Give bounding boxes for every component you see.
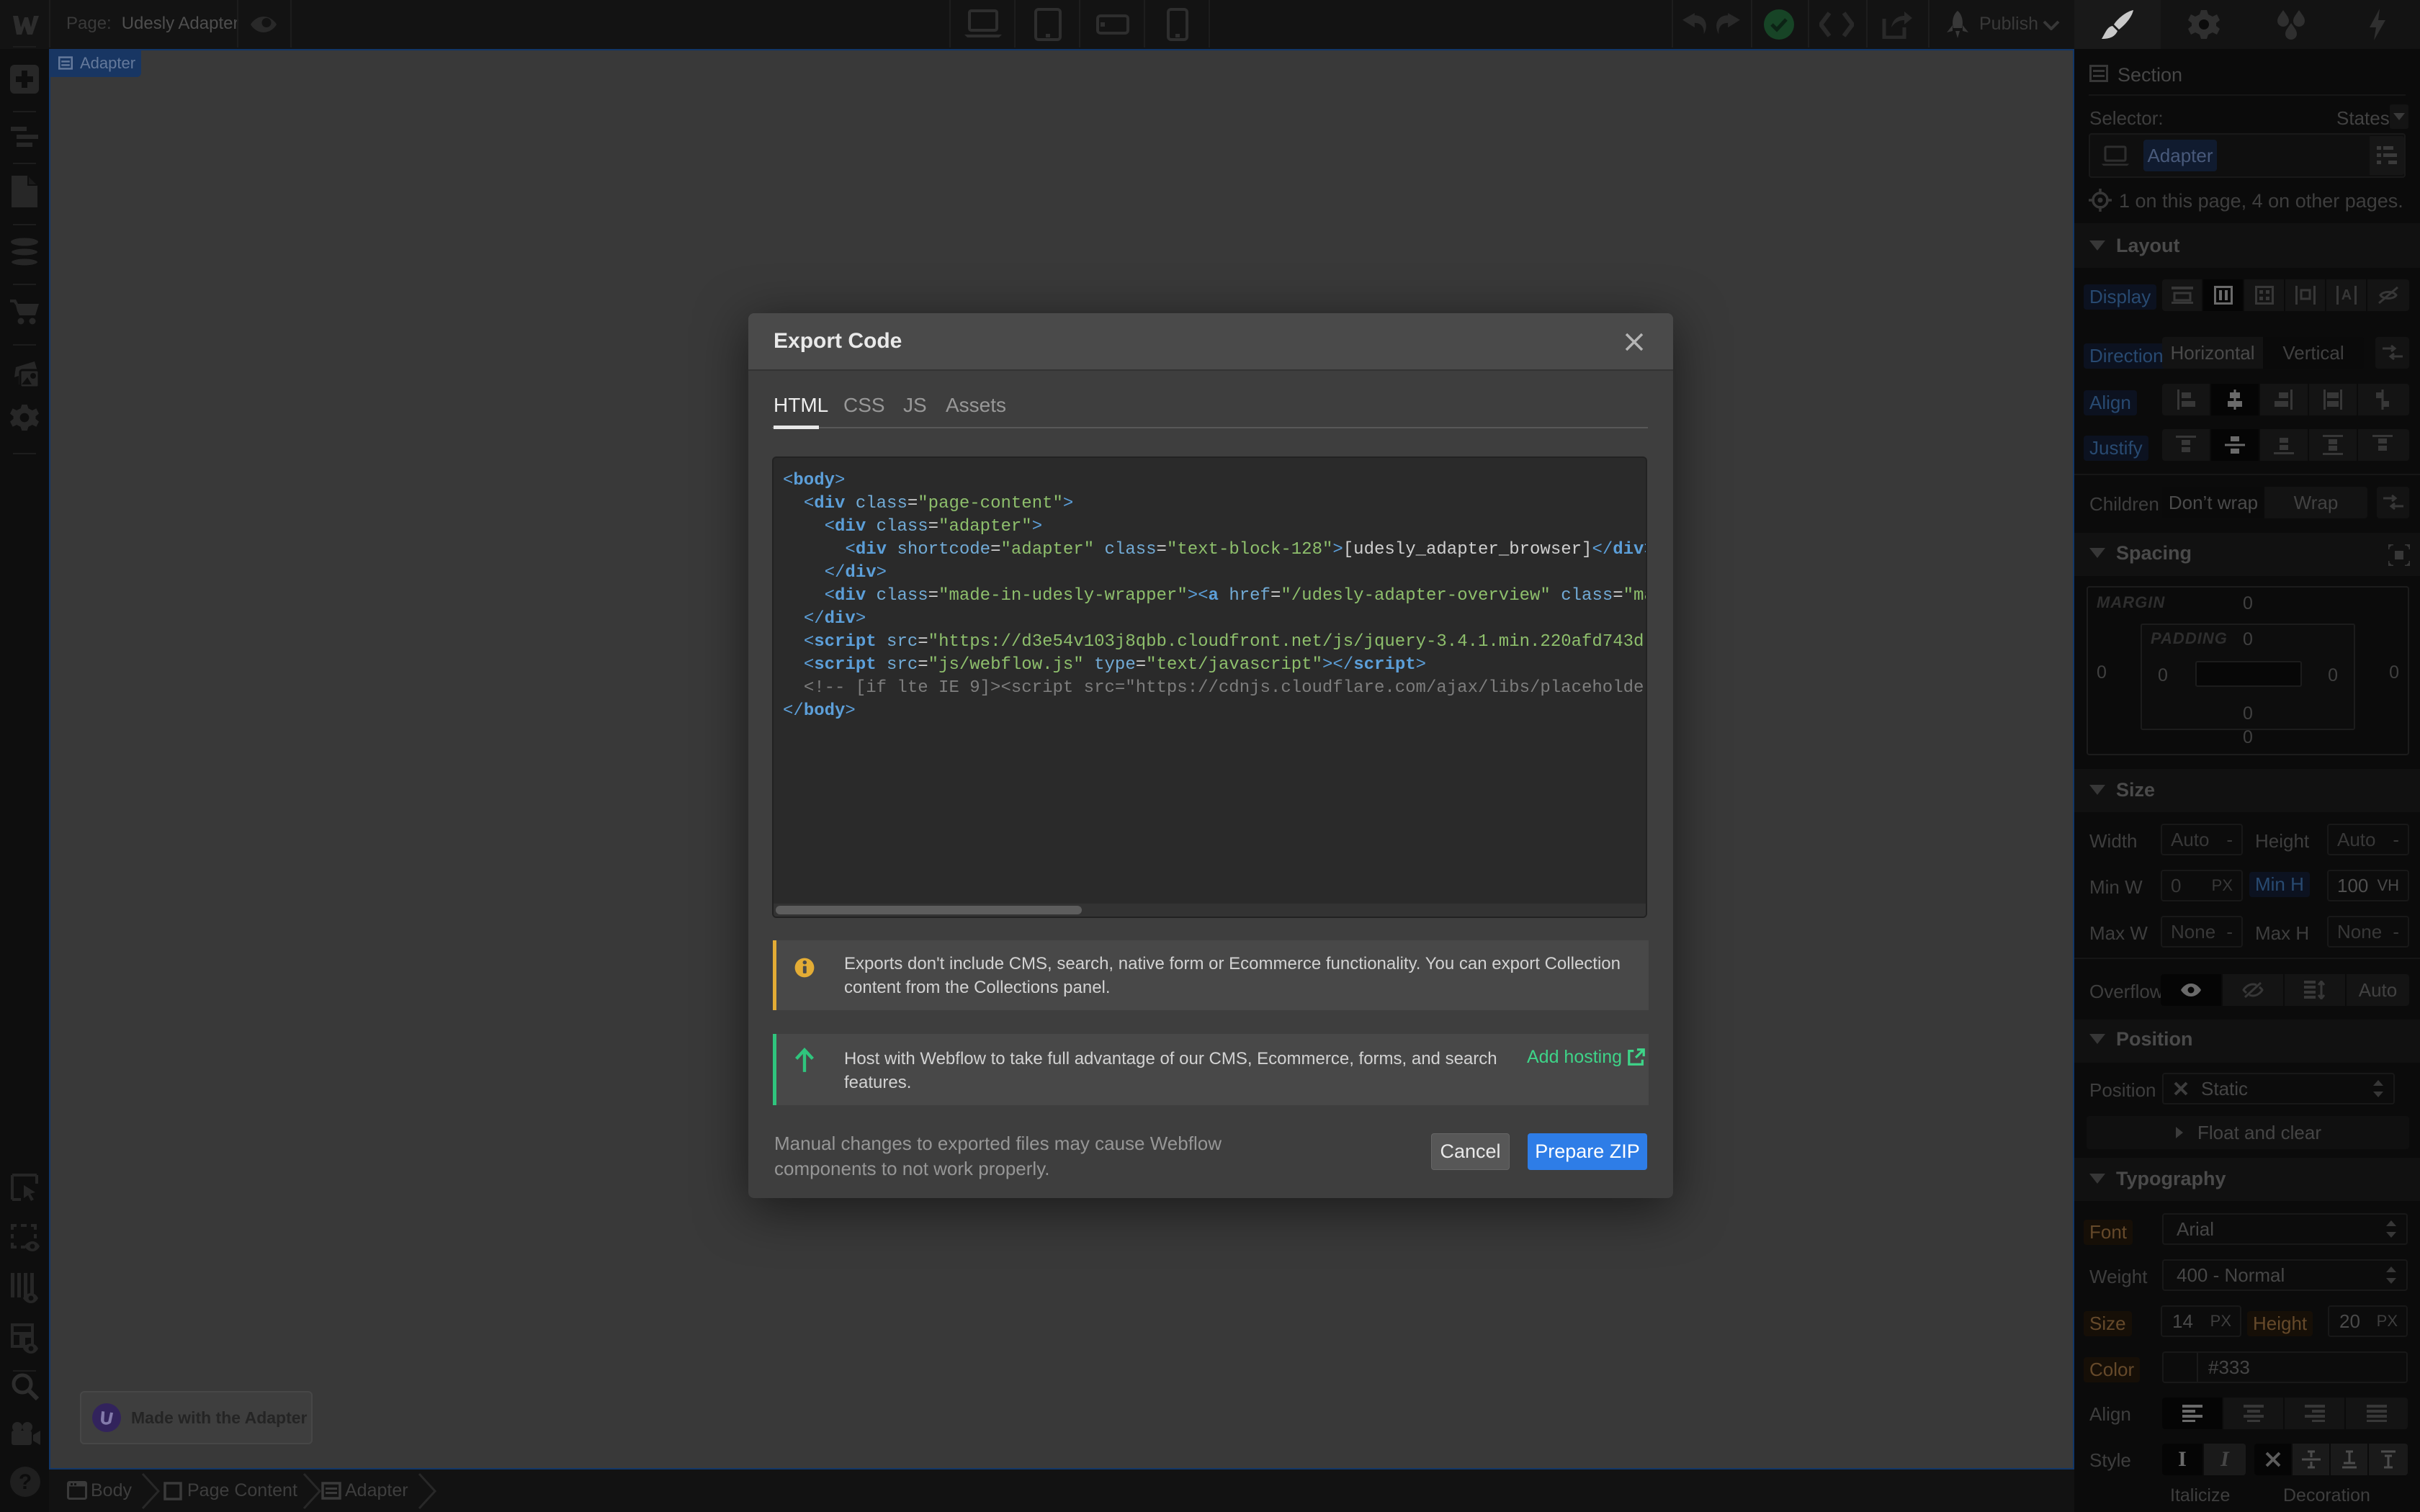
- svg-text:?: ?: [19, 1470, 32, 1494]
- svg-text:A: A: [2341, 287, 2351, 303]
